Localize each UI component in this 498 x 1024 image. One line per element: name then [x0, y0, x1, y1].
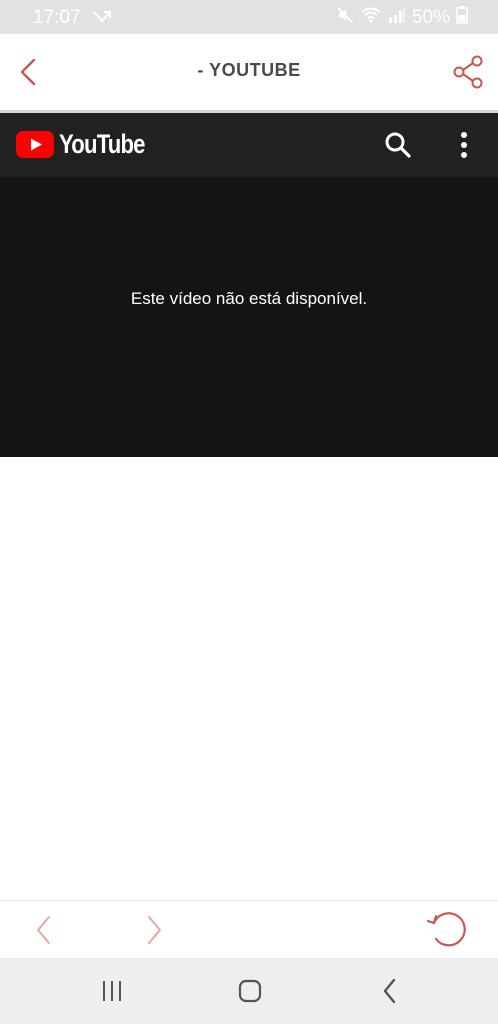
battery-icon	[456, 6, 468, 29]
chevron-left-icon	[37, 916, 50, 944]
status-bar: 17:07 50%	[0, 0, 498, 34]
browser-toolbar	[0, 900, 498, 959]
recent-apps-button[interactable]	[98, 978, 126, 1004]
reload-icon	[426, 912, 466, 947]
reload-button[interactable]	[424, 909, 470, 951]
home-button[interactable]	[236, 978, 264, 1004]
search-icon	[385, 132, 411, 158]
recent-apps-icon	[103, 981, 121, 1001]
status-icons: 50%	[336, 6, 468, 29]
more-options-button[interactable]	[452, 129, 476, 161]
system-nav-bar	[0, 958, 498, 1024]
back-icon	[383, 978, 396, 1004]
signal-icon	[388, 6, 406, 29]
battery-percentage: 50%	[411, 6, 450, 28]
system-back-button[interactable]	[378, 976, 402, 1006]
youtube-header: YouTube	[0, 113, 498, 177]
youtube-logo[interactable]: YouTube	[16, 129, 163, 160]
youtube-play-icon	[16, 131, 54, 158]
share-icon	[453, 55, 483, 89]
share-button[interactable]	[450, 54, 486, 90]
wifi-icon	[360, 6, 382, 29]
status-time: 17:07	[33, 7, 81, 28]
home-icon	[238, 979, 262, 1003]
youtube-logo-text: YouTube	[59, 129, 146, 159]
more-vertical-icon	[461, 132, 467, 158]
missed-call-icon	[92, 9, 112, 30]
chevron-right-icon	[148, 916, 161, 944]
search-button[interactable]	[384, 131, 412, 159]
browser-forward-button[interactable]	[140, 913, 168, 947]
app-header: - YOUTUBE	[0, 34, 498, 113]
mute-icon	[336, 6, 354, 29]
video-player[interactable]: Este vídeo não está disponível.	[0, 177, 498, 457]
page-title: - YOUTUBE	[197, 60, 301, 80]
browser-back-button[interactable]	[30, 913, 58, 947]
video-unavailable-message: Este vídeo não está disponível.	[130, 289, 368, 308]
